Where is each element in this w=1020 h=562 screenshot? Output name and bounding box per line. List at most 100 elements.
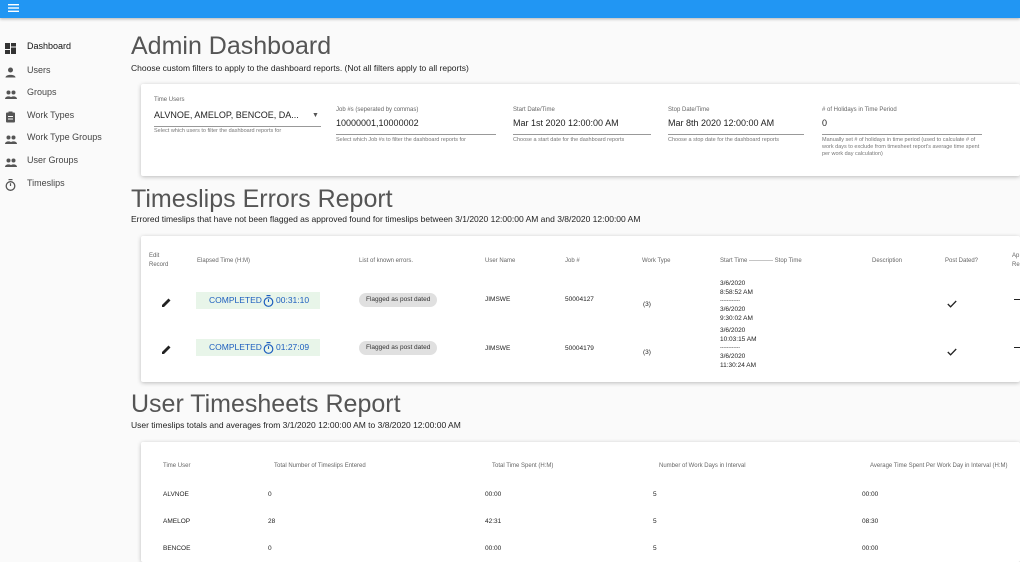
- col-header-work-days: Number of Work Days in Interval: [659, 463, 746, 469]
- sidebar-item-dashboard[interactable]: Dashboard: [0, 38, 118, 56]
- job-number: 50004127: [565, 296, 594, 303]
- page-subtitle: Choose custom filters to apply to the da…: [131, 63, 469, 73]
- group-icon: [5, 87, 17, 99]
- timesheets-report-subtitle: User timeslips totals and averages from …: [131, 420, 461, 430]
- start-date-label: Start Date/Time: [513, 107, 555, 113]
- work-days: 5: [653, 491, 657, 498]
- sidebar-item-label: User Groups: [27, 155, 79, 165]
- work-type: (3): [643, 349, 651, 356]
- total-timeslips: 0: [268, 491, 272, 498]
- start-date: 3/6/2020: [720, 327, 746, 334]
- dashboard-icon: [5, 41, 16, 54]
- clipboard-icon: [5, 110, 16, 123]
- work-days: 5: [653, 545, 657, 552]
- sidebar-item-work-type-groups[interactable]: Work Type Groups: [0, 129, 118, 147]
- jobs-filter-label: Job #s (seperated by commas): [336, 107, 419, 113]
- average-time: 00:00: [862, 491, 879, 498]
- user-name: JIMSWE: [485, 345, 511, 352]
- start-date-hint: Choose a start date for the dashboard re…: [513, 137, 625, 143]
- status-label: COMPLETED: [209, 295, 262, 305]
- total-time: 42:31: [485, 518, 502, 525]
- holidays-label: # of Holidays in Time Period: [822, 107, 897, 113]
- sidebar-item-label: Groups: [27, 87, 57, 97]
- start-date-input[interactable]: Mar 1st 2020 12:00:00 AM: [513, 118, 651, 135]
- time-user: ALVNOE: [163, 491, 189, 498]
- holidays-input[interactable]: 0: [822, 118, 982, 135]
- app-bar: [0, 0, 1020, 18]
- holidays-hint: Manually set # of holidays in time perio…: [822, 137, 980, 157]
- errors-report-card: Edit Record Elapsed Time (H:M) List of k…: [141, 236, 1020, 382]
- page-title: Admin Dashboard: [131, 32, 332, 60]
- timesheets-report-title: User Timesheets Report: [131, 390, 401, 418]
- stop-date-label: Stop Date/Time: [668, 107, 710, 113]
- users-filter-hint: Select which users to filter the dashboa…: [154, 128, 282, 134]
- error-chip: Flagged as post dated: [359, 293, 438, 307]
- user-name: JIMSWE: [485, 296, 511, 303]
- pencil-icon[interactable]: [161, 342, 172, 354]
- check-icon: [947, 295, 957, 308]
- col-header-average-time: Average Time Spent Per Work Day in Inter…: [870, 463, 1008, 469]
- stopwatch-icon: [263, 294, 274, 307]
- group-icon: [5, 132, 17, 144]
- col-header-elapsed: Elapsed Time (H:M): [197, 258, 251, 264]
- chevron-down-icon[interactable]: ▼: [312, 112, 319, 119]
- col-header-edit-record: Record: [149, 262, 169, 268]
- col-header-description: Description: [872, 258, 903, 264]
- col-header-edit: Edit: [149, 253, 160, 259]
- sidebar-item-users[interactable]: Users: [0, 62, 118, 80]
- users-filter-label: Time Users: [154, 97, 185, 103]
- average-time: 08:30: [862, 518, 879, 525]
- elapsed-time-status: COMPLETED 01:27:09: [196, 339, 320, 356]
- start-time: 10:03:15 AM: [720, 336, 757, 343]
- errors-report-subtitle: Errored timeslips that have not been fla…: [131, 214, 641, 224]
- col-header-start-stop: Start Time ------------ Stop Time: [720, 258, 802, 264]
- dash-icon: [1014, 299, 1020, 300]
- work-days: 5: [653, 518, 657, 525]
- sidebar-item-work-types[interactable]: Work Types: [0, 107, 118, 125]
- jobs-filter-hint: Select which Job #s to filter the dashbo…: [336, 137, 466, 143]
- sidebar-item-label: Work Types: [27, 110, 75, 120]
- col-header-job: Job #: [565, 258, 580, 264]
- dash-icon: [1014, 347, 1020, 348]
- total-timeslips: 0: [268, 545, 272, 552]
- filters-card: Time Users ALVNOE, AMELOP, BENCOE, DA...…: [141, 84, 1020, 176]
- stop-time: 11:30:24 AM: [720, 362, 757, 369]
- stop-date: 3/6/2020: [720, 306, 746, 313]
- elapsed-time-value: 00:31:10: [276, 295, 310, 305]
- col-header-errors: List of known errors.: [359, 258, 414, 264]
- users-select[interactable]: ALVNOE, AMELOP, BENCOE, DA...: [154, 110, 321, 127]
- elapsed-time-status: COMPLETED 00:31:10: [196, 292, 320, 309]
- time-user: BENCOE: [163, 545, 191, 552]
- average-time: 00:00: [862, 545, 879, 552]
- stopwatch-icon: [263, 341, 274, 354]
- total-time: 00:00: [485, 545, 502, 552]
- col-header-worktype: Work Type: [642, 258, 671, 264]
- start-time: 8:58:52 AM: [720, 289, 753, 296]
- total-timeslips: 28: [268, 518, 276, 525]
- sidebar-item-timeslips[interactable]: Timeslips: [0, 175, 118, 193]
- total-time: 00:00: [485, 491, 502, 498]
- stop-date-input[interactable]: Mar 8th 2020 12:00:00 AM: [668, 118, 804, 135]
- job-number: 50004179: [565, 345, 594, 352]
- timer-icon: [5, 178, 16, 191]
- stop-time: 9:30:02 AM: [720, 315, 753, 322]
- col-header-total-time: Total Time Spent (H:M): [492, 463, 554, 469]
- check-icon: [947, 343, 957, 356]
- sidebar-item-user-groups[interactable]: User Groups: [0, 152, 118, 170]
- sidebar-item-label: Users: [27, 65, 51, 75]
- work-type: (3): [643, 301, 651, 308]
- sidebar-item-groups[interactable]: Groups: [0, 84, 118, 102]
- status-label: COMPLETED: [209, 342, 262, 352]
- pencil-icon[interactable]: [161, 295, 172, 307]
- time-user: AMELOP: [163, 518, 191, 525]
- stop-date: 3/6/2020: [720, 353, 746, 360]
- col-header-approved-reason: Re: [1012, 262, 1020, 268]
- col-header-approved: Ap: [1012, 253, 1020, 259]
- jobs-input[interactable]: 10000001,10000002: [336, 118, 496, 135]
- hamburger-menu-icon[interactable]: [8, 3, 19, 15]
- stop-date-hint: Choose a stop date for the dashboard rep…: [668, 137, 779, 143]
- col-header-post-dated: Post Dated?: [945, 258, 979, 264]
- col-header-total-timeslips: Total Number of Timeslips Entered: [274, 463, 366, 469]
- start-date: 3/6/2020: [720, 280, 746, 287]
- person-icon: [5, 65, 16, 78]
